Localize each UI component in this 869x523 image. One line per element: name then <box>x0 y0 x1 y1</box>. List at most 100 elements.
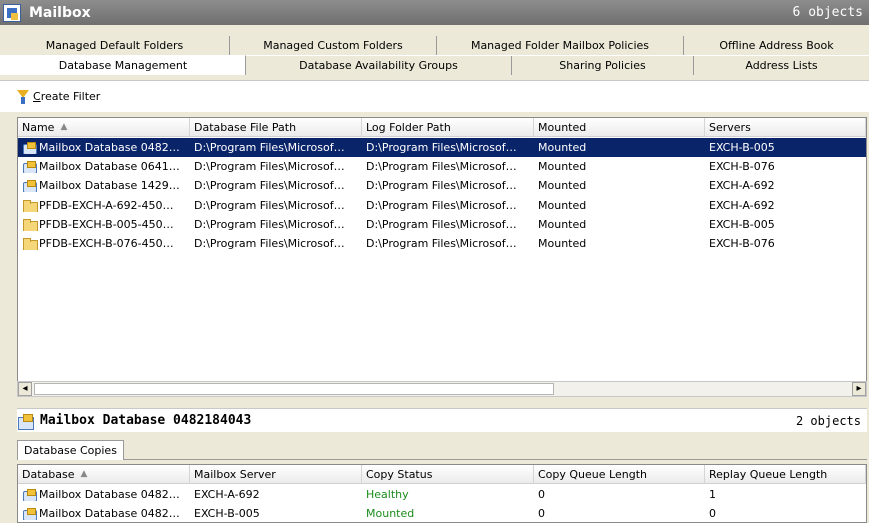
cell-servers: EXCH-B-076 <box>709 237 775 251</box>
cell-log-path: D:\Program Files\Microsof… <box>366 237 517 251</box>
column-header-servers[interactable]: Servers <box>705 118 866 137</box>
cell-file-path: D:\Program Files\Microsof… <box>194 198 345 212</box>
cell-name: Mailbox Database 0482… <box>18 141 190 155</box>
cell-servers: EXCH-A-692 <box>709 179 775 193</box>
detail-title: Mailbox Database 0482184043 <box>40 413 252 428</box>
scrollbar-thumb[interactable] <box>34 383 554 395</box>
create-filter-button[interactable]: Create Filter <box>33 90 100 103</box>
cell-name: Mailbox Database 1429… <box>18 179 190 193</box>
cell-file-path: D:\Program Files\Microsof… <box>194 160 345 174</box>
tab-database-availability-groups[interactable]: Database Availability Groups <box>246 56 512 75</box>
cell-servers: EXCH-B-005 <box>709 217 775 231</box>
database-name: Mailbox Database 0641… <box>39 160 180 174</box>
tab-database-management[interactable]: Database Management <box>0 55 246 75</box>
cell-mailbox-server: EXCH-B-005 <box>194 507 260 521</box>
cell-file-path: D:\Program Files\Microsof… <box>194 141 345 155</box>
table-row[interactable]: Mailbox Database 0482… EXCH-A-692 Health… <box>18 485 866 504</box>
window-title: Mailbox <box>29 4 91 21</box>
cell-replay-queue-length: 1 <box>709 488 716 502</box>
cell-mounted: Mounted <box>538 160 587 174</box>
tab-managed-folder-mailbox-policies[interactable]: Managed Folder Mailbox Policies <box>437 36 684 55</box>
cell-log-path: D:\Program Files\Microsof… <box>366 179 517 193</box>
table-row[interactable]: Mailbox Database 1429… D:\Program Files\… <box>18 176 866 195</box>
cell-name: PFDB-EXCH-A-692-450… <box>18 199 190 212</box>
tab-sharing-policies[interactable]: Sharing Policies <box>512 56 694 75</box>
database-name: PFDB-EXCH-A-692-450… <box>39 198 174 212</box>
database-icon <box>22 141 37 155</box>
cell-mounted: Mounted <box>538 141 587 155</box>
scroll-left-icon[interactable]: ◂ <box>18 382 32 396</box>
database-name: Mailbox Database 1429… <box>39 179 180 193</box>
cell-name: Mailbox Database 0641… <box>18 160 190 174</box>
public-folder-icon <box>22 237 38 251</box>
table-row[interactable]: Mailbox Database 0482… EXCH-B-005 Mounte… <box>18 504 866 522</box>
cell-copy-status: Healthy <box>366 488 409 502</box>
tab-managed-default-folders[interactable]: Managed Default Folders <box>0 36 230 55</box>
database-icon <box>22 160 37 174</box>
tab-database-copies[interactable]: Database Copies <box>17 440 124 460</box>
database-list-header: Name ▲ Database File Path Log Folder Pat… <box>18 118 866 137</box>
cell-copy-queue-length: 0 <box>538 507 545 521</box>
detail-tab-strip: Database Copies <box>17 438 867 460</box>
sort-ascending-icon: ▲ <box>60 122 68 132</box>
cell-copy-queue-length: 0 <box>538 488 545 502</box>
tab-offline-address-book[interactable]: Offline Address Book <box>684 36 869 55</box>
scroll-right-icon[interactable]: ▸ <box>852 382 866 396</box>
tab-address-lists[interactable]: Address Lists <box>694 56 869 75</box>
table-row[interactable]: PFDB-EXCH-A-692-450… D:\Program Files\Mi… <box>18 196 866 215</box>
horizontal-scrollbar[interactable]: ◂ ▸ <box>17 381 867 397</box>
cell-name: PFDB-EXCH-B-076-450… <box>18 237 190 251</box>
cell-mounted: Mounted <box>538 179 587 193</box>
cell-log-path: D:\Program Files\Microsof… <box>366 160 517 174</box>
cell-file-path: D:\Program Files\Microsof… <box>194 217 345 231</box>
database-copies-header: Database ▲ Mailbox Server Copy Status Co… <box>18 465 866 484</box>
cell-replay-queue-length: 0 <box>709 507 716 521</box>
column-header-name[interactable]: Name ▲ <box>18 118 190 137</box>
column-header-database-file-path[interactable]: Database File Path <box>190 118 362 137</box>
table-row[interactable]: Mailbox Database 0482… D:\Program Files\… <box>18 138 866 158</box>
cell-mounted: Mounted <box>538 198 587 212</box>
create-filter-accesskey: C <box>33 90 41 103</box>
cell-mailbox-server: EXCH-A-692 <box>194 488 260 502</box>
cell-servers: EXCH-A-692 <box>709 198 775 212</box>
copy-database-name: Mailbox Database 0482… <box>39 507 180 521</box>
cell-log-path: D:\Program Files\Microsof… <box>366 198 517 212</box>
column-header-copy-status[interactable]: Copy Status <box>362 465 534 484</box>
database-list[interactable]: Name ▲ Database File Path Log Folder Pat… <box>17 117 867 397</box>
cell-database: Mailbox Database 0482… <box>18 488 190 502</box>
column-header-database[interactable]: Database ▲ <box>18 465 190 484</box>
tab-row-2: Database Management Database Availabilit… <box>0 55 869 75</box>
database-name: Mailbox Database 0482… <box>39 141 180 155</box>
column-header-mounted[interactable]: Mounted <box>534 118 705 137</box>
public-folder-icon <box>22 218 38 231</box>
sort-ascending-icon: ▲ <box>80 469 88 479</box>
column-header-mailbox-server[interactable]: Mailbox Server <box>190 465 362 484</box>
copy-database-name: Mailbox Database 0482… <box>39 488 180 502</box>
filter-icon[interactable] <box>17 89 29 104</box>
toolbar: Create Filter <box>0 80 869 112</box>
tab-managed-custom-folders[interactable]: Managed Custom Folders <box>230 36 437 55</box>
cell-log-path: D:\Program Files\Microsof… <box>366 217 517 231</box>
cell-mounted: Mounted <box>538 217 587 231</box>
window-titlebar: Mailbox 6 objects <box>0 0 869 25</box>
cell-database: Mailbox Database 0482… <box>18 507 190 521</box>
cell-copy-status: Mounted <box>366 507 415 521</box>
table-row[interactable]: PFDB-EXCH-B-005-450… D:\Program Files\Mi… <box>18 215 866 234</box>
column-header-replay-queue-length[interactable]: Replay Queue Length <box>705 465 866 484</box>
column-header-database-label: Database <box>22 468 75 481</box>
mailbox-app-icon <box>3 3 21 22</box>
column-header-log-folder-path[interactable]: Log Folder Path <box>362 118 534 137</box>
database-copies-list[interactable]: Database ▲ Mailbox Server Copy Status Co… <box>17 464 867 523</box>
cell-log-path: D:\Program Files\Microsof… <box>366 141 517 155</box>
object-count: 6 objects <box>792 5 863 20</box>
table-row[interactable]: Mailbox Database 0641… D:\Program Files\… <box>18 157 866 176</box>
cell-servers: EXCH-B-076 <box>709 160 775 174</box>
detail-object-count: 2 objects <box>795 413 861 428</box>
database-icon <box>22 179 37 193</box>
table-row[interactable]: PFDB-EXCH-B-076-450… D:\Program Files\Mi… <box>18 234 866 253</box>
database-copies-body: Mailbox Database 0482… EXCH-A-692 Health… <box>18 485 866 522</box>
database-icon <box>18 413 34 430</box>
public-folder-icon <box>22 199 38 212</box>
cell-file-path: D:\Program Files\Microsof… <box>194 179 345 193</box>
column-header-copy-queue-length[interactable]: Copy Queue Length <box>534 465 705 484</box>
